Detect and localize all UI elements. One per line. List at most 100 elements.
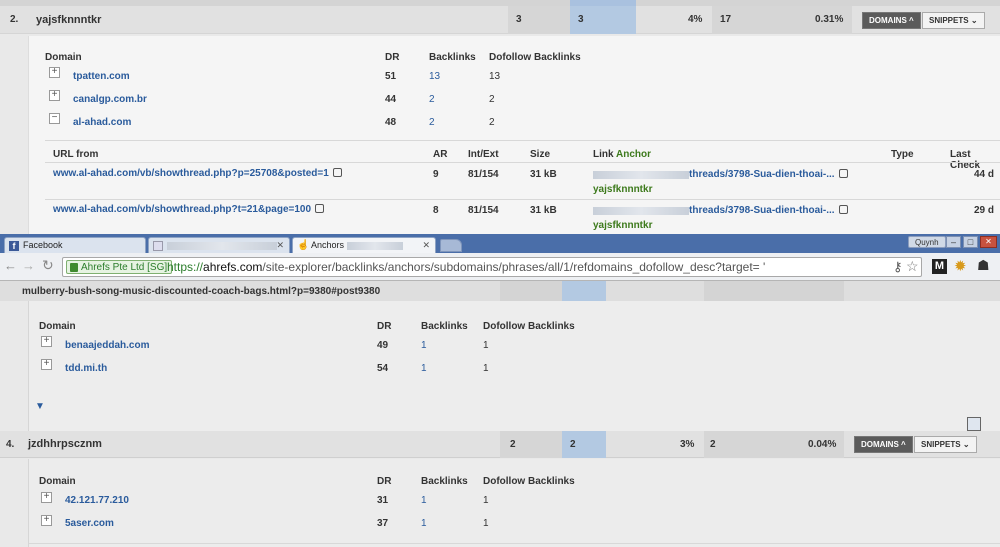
domain-backlinks[interactable]: 2 — [429, 117, 435, 128]
domain-link[interactable]: 5aser.com — [65, 518, 114, 529]
domain-dofollow: 2 — [489, 94, 495, 105]
divider — [45, 140, 1000, 141]
search-icon[interactable] — [332, 168, 342, 177]
export-icon[interactable] — [967, 417, 981, 431]
expand-icon[interactable]: + — [41, 515, 52, 526]
forward-icon[interactable]: → — [22, 258, 35, 273]
collapse-icon[interactable]: − — [49, 113, 60, 124]
tab-facebook[interactable]: f Facebook — [4, 237, 146, 253]
dofollow-domains-cell: 2 — [562, 431, 606, 458]
domain-link[interactable]: tdd.mi.th — [65, 363, 107, 374]
chevron-down-icon: ⌄ — [962, 440, 970, 449]
close-window-button[interactable]: ✕ — [980, 236, 997, 248]
partial-url: mulberry-bush-song-music-discounted-coac… — [22, 286, 381, 297]
url-from-link[interactable]: www.al-ahad.com/vb/showthread.php?p=2570… — [53, 168, 329, 179]
url-text: https://ahrefs.com/site-explorer/backlin… — [167, 260, 765, 275]
domain-backlinks[interactable]: 1 — [421, 495, 427, 506]
minimize-button[interactable]: – — [946, 236, 961, 248]
link-int: 81/ — [468, 169, 482, 180]
col-last-check: Last Check — [950, 149, 981, 171]
domains-panel: Domain DR Backlinks Dofollow Backlinks +… — [28, 459, 1000, 547]
col-link-anchor: Link Anchor — [593, 149, 651, 160]
ssl-badge[interactable]: Ahrefs Pte Ltd [SG] — [66, 260, 173, 274]
tab-anchors[interactable]: ☝ Anchors ✕ — [292, 237, 436, 253]
facebook-icon: f — [9, 241, 19, 251]
snippets-button[interactable]: SNIPPETS ⌄ — [922, 12, 985, 29]
domain-dofollow: 2 — [489, 117, 495, 128]
ref-domains-cell: 3 — [508, 6, 570, 34]
link-size: 31 kB — [530, 169, 557, 180]
gear-icon[interactable]: ✹ — [954, 257, 967, 275]
target-link[interactable]: threads/3798-Sua-dien-thoai-... — [689, 169, 835, 180]
col-dofollow: Dofollow Backlinks — [483, 321, 575, 332]
close-tab-icon[interactable]: ✕ — [276, 238, 284, 253]
search-icon[interactable] — [315, 204, 325, 213]
star-icon[interactable]: ☆ — [906, 258, 919, 275]
link-int: 81/ — [468, 205, 482, 216]
key-icon[interactable]: ⚷ — [893, 259, 903, 275]
backlinks-percent: 0.04% — [808, 439, 837, 450]
domain-backlinks[interactable]: 1 — [421, 363, 427, 374]
new-tab-button[interactable] — [440, 239, 462, 252]
row-number: 2. — [10, 14, 19, 25]
domain-link[interactable]: canalgp.com.br — [73, 94, 147, 105]
back-icon[interactable]: ← — [4, 258, 17, 273]
domain-backlinks[interactable]: 13 — [429, 71, 440, 82]
link-int-ext: 81/154 — [468, 169, 499, 180]
url-input[interactable]: Ahrefs Pte Ltd [SG] https://ahrefs.com/s… — [62, 257, 922, 277]
domains-button[interactable]: DOMAINS ^ — [862, 12, 921, 29]
col-link: Link — [593, 149, 614, 160]
expand-icon[interactable]: + — [41, 359, 52, 370]
strip-cell — [500, 281, 562, 301]
expand-icon[interactable]: + — [41, 336, 52, 347]
page-icon — [153, 241, 163, 251]
domain-link[interactable]: 42.121.77.210 — [65, 495, 129, 506]
redacted-text — [593, 171, 689, 179]
domain-link[interactable]: tpatten.com — [73, 71, 130, 82]
expand-icon[interactable]: + — [49, 67, 60, 78]
domain-dr: 44 — [385, 94, 397, 105]
col-dofollow: Dofollow Backlinks — [483, 476, 575, 487]
col-dr: DR — [385, 52, 400, 63]
backlinks-cell: 17 0.31% — [712, 6, 852, 34]
tab-redacted[interactable]: ✕ — [148, 237, 290, 253]
maximize-button[interactable]: □ — [963, 236, 978, 248]
domain-link[interactable]: benaajeddah.com — [65, 340, 149, 351]
col-ar: AR — [433, 149, 448, 160]
search-icon[interactable] — [839, 169, 848, 178]
expand-icon[interactable]: + — [49, 90, 60, 101]
col-url-from: URL from — [53, 149, 99, 160]
link-ar: 9 — [433, 169, 439, 180]
expand-icon[interactable]: + — [41, 492, 52, 503]
close-tab-icon[interactable]: ✕ — [422, 238, 430, 253]
backlinks-value: 2 — [710, 439, 716, 450]
url-from-link[interactable]: www.al-ahad.com/vb/showthread.php?t=21&p… — [53, 204, 311, 215]
divider — [29, 543, 1000, 544]
domain-backlinks[interactable]: 1 — [421, 340, 427, 351]
last-check: 29 d — [974, 205, 995, 216]
domains-panel: Domain DR Backlinks Dofollow Backlinks +… — [28, 36, 1000, 234]
snippets-button[interactable]: SNIPPETS ⌄ — [914, 436, 977, 453]
domain-backlinks[interactable]: 2 — [429, 94, 435, 105]
domain-link[interactable]: al-ahad.com — [73, 117, 131, 128]
url-from-row: www.al-ahad.com/vb/showthread.php?t=21&p… — [53, 204, 325, 215]
domain-dofollow: 1 — [483, 340, 489, 351]
redacted-tab-title — [167, 241, 277, 250]
domain-backlinks[interactable]: 1 — [421, 518, 427, 529]
extension-icon[interactable]: ☗ — [977, 257, 990, 274]
keyword-row-4: 4. jzdhhrpscznm 2 2 3% 2 0.04% DOMAINS ^… — [0, 431, 1000, 547]
search-icon[interactable] — [839, 205, 848, 214]
divider — [45, 199, 1000, 200]
domains-button[interactable]: DOMAINS ^ — [854, 436, 913, 453]
caret-down-icon[interactable]: ▼ — [35, 401, 45, 412]
keyword-row-2: 2. yajsfknnntkr 3 3 4% 17 0.31% DOMAINS … — [0, 0, 1000, 234]
user-badge[interactable]: Quynh — [908, 236, 946, 248]
extension-m-icon[interactable]: M — [932, 259, 947, 274]
cursor-hand-icon: ☝ — [297, 240, 310, 251]
domains-percent: 4% — [688, 14, 703, 25]
keyword-row-3: mulberry-bush-song-music-discounted-coac… — [0, 281, 1000, 431]
strip-cell — [704, 281, 844, 301]
target-link[interactable]: threads/3798-Sua-dien-thoai-... — [689, 205, 835, 216]
reload-icon[interactable]: ↻ — [42, 257, 54, 274]
keyword-text: yajsfknnntkr — [36, 14, 102, 26]
